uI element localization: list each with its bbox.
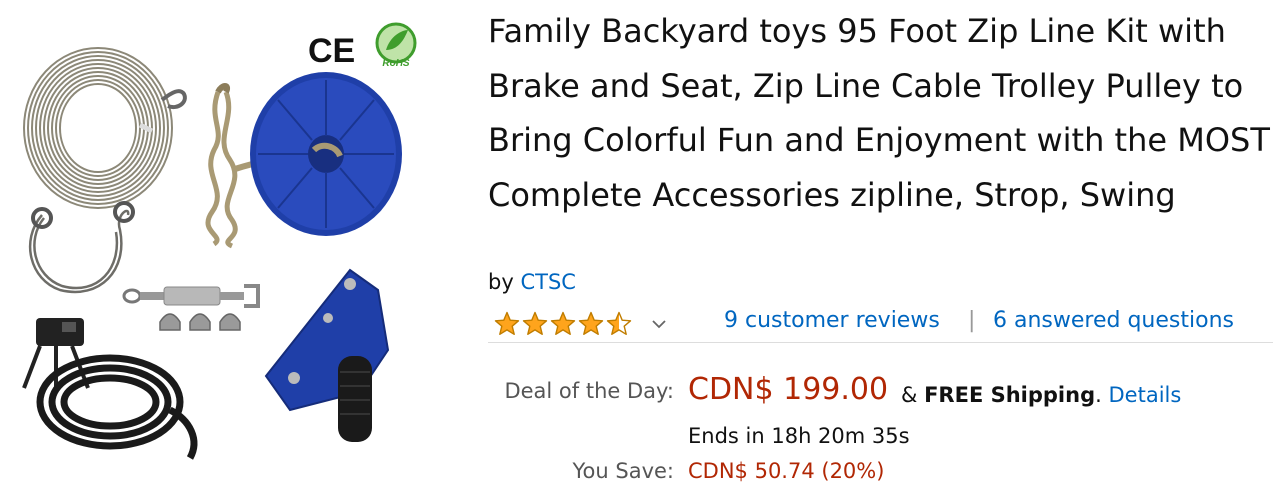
star-rating-icons[interactable] — [494, 311, 634, 337]
customer-reviews-link[interactable]: 9 customer reviews — [724, 308, 940, 333]
cable-clamps — [159, 313, 241, 331]
free-shipping-text: FREE Shipping — [924, 383, 1096, 407]
zip-line-trolley — [264, 268, 390, 442]
you-save-label: You Save: — [572, 459, 675, 483]
brake-kit — [22, 318, 198, 460]
zip-line-kit-illustration: CE RoHS — [22, 22, 417, 460]
product-title: Family Backyard toys 95 Foot Zip Line Ki… — [488, 12, 1270, 214]
ce-mark: CE — [308, 32, 355, 70]
brand-link[interactable]: CTSC — [520, 270, 575, 294]
star-icon — [578, 311, 604, 335]
deal-of-the-day-label: Deal of the Day: — [504, 379, 674, 403]
amp: & — [901, 383, 918, 407]
details-link[interactable]: Details — [1109, 383, 1182, 407]
rohs-badge: RoHS — [375, 22, 417, 69]
period: . — [1095, 383, 1102, 407]
star-icon — [522, 311, 548, 335]
cable-coil — [23, 47, 187, 209]
star-icon — [550, 311, 576, 335]
answered-questions-link[interactable]: 6 answered questions — [993, 308, 1234, 333]
separator: | — [968, 308, 976, 333]
product-image[interactable]: CE RoHS — [0, 0, 470, 494]
deal-price: CDN$ 199.00 — [688, 372, 889, 407]
deal-countdown: Ends in 18h 20m 35s — [688, 424, 910, 448]
byline: by CTSC — [488, 270, 576, 294]
svg-text:RoHS: RoHS — [382, 58, 410, 69]
star-icon — [494, 311, 520, 335]
by-prefix: by — [488, 270, 514, 294]
you-save-value: CDN$ 50.74 (20%) — [688, 459, 885, 483]
chevron-down-icon[interactable] — [652, 316, 668, 332]
turnbuckle — [122, 284, 260, 308]
star-icon — [606, 311, 632, 335]
strop-cable — [28, 201, 135, 294]
star-rating[interactable] — [494, 306, 668, 342]
disc-seat — [250, 72, 402, 236]
shipping-info: & FREE Shipping. Details — [901, 383, 1181, 407]
divider — [488, 342, 1273, 343]
